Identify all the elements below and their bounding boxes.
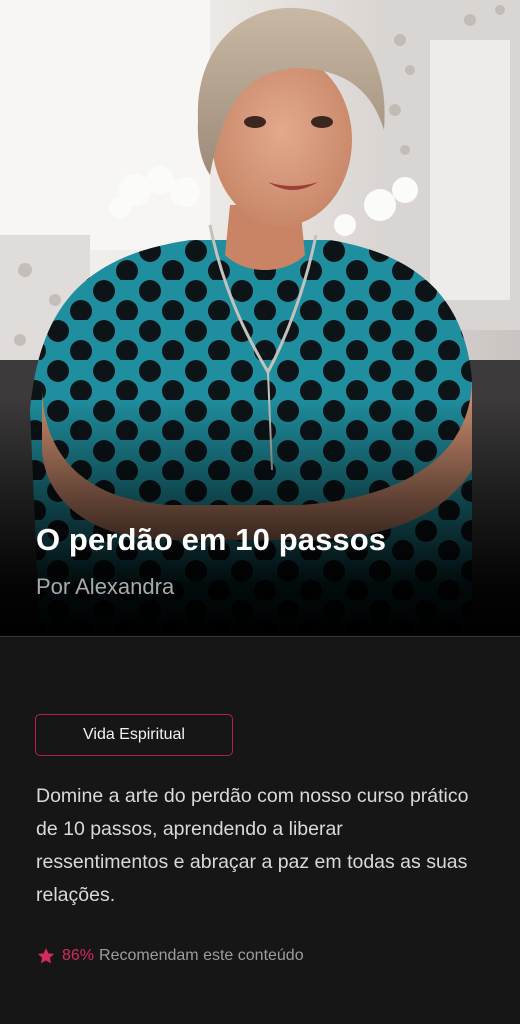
hero-gradient-overlay [0, 396, 520, 636]
category-chip[interactable]: Vida Espiritual [35, 714, 233, 756]
course-description: Domine a arte do perdão com nosso curso … [36, 785, 469, 906]
category-label: Vida Espiritual [83, 726, 185, 743]
course-detail-screen: O perdão em 10 passos Por Alexandra Vida… [0, 0, 520, 1024]
recommend-percent: 86% [62, 947, 95, 964]
course-title: O perdão em 10 passos [36, 522, 387, 557]
course-hero: O perdão em 10 passos Por Alexandra [0, 0, 520, 636]
course-details: Vida Espiritual Domine a arte do perdão … [0, 636, 520, 1024]
course-author: Por Alexandra [36, 574, 175, 599]
recommendation-row: 86% Recomendam este conteúdo [36, 946, 304, 966]
star-icon [37, 948, 55, 964]
recommend-text: Recomendam este conteúdo [99, 947, 304, 964]
